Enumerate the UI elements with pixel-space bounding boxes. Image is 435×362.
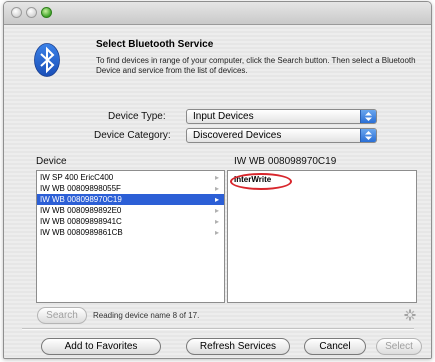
device-row[interactable]: IW WB 00809898941C ▸ xyxy=(37,216,224,227)
device-category-popup[interactable]: Discovered Devices xyxy=(186,128,377,143)
chevron-right-icon: ▸ xyxy=(214,228,219,237)
refresh-services-button[interactable]: Refresh Services xyxy=(186,338,290,355)
add-to-favorites-button[interactable]: Add to Favorites xyxy=(41,338,161,355)
service-list[interactable]: InterWrite xyxy=(227,170,417,303)
dialog-description: To find devices in range of your compute… xyxy=(96,56,416,75)
spinner-icon xyxy=(404,309,416,321)
device-column-label: Device xyxy=(36,156,67,167)
chevron-right-icon: ▸ xyxy=(214,217,219,226)
service-column-label: IW WB 008098970C19 xyxy=(234,156,337,167)
device-category-value: Discovered Devices xyxy=(193,130,282,141)
select-button[interactable]: Select xyxy=(376,338,422,355)
device-type-value: Input Devices xyxy=(193,111,254,122)
dialog-content: Select Bluetooth Service To find devices… xyxy=(4,25,431,358)
title-bar xyxy=(4,2,431,25)
device-row[interactable]: IW WB 00809898055F ▸ xyxy=(37,183,224,194)
device-type-label: Device Type: xyxy=(108,111,166,122)
minimize-icon[interactable] xyxy=(26,7,37,18)
zoom-icon[interactable] xyxy=(41,7,52,18)
device-list[interactable]: IW SP 400 EricC400 ▸ IW WB 00809898055F ▸ … xyxy=(36,170,225,303)
search-status: Reading device name 8 of 17. xyxy=(93,311,200,320)
bluetooth-service-window: Select Bluetooth Service To find devices… xyxy=(3,1,432,359)
device-type-popup[interactable]: Input Devices xyxy=(186,109,377,124)
device-row[interactable]: IW SP 400 EricC400 ▸ xyxy=(37,172,224,183)
service-item[interactable]: InterWrite xyxy=(230,173,304,190)
up-down-arrows-icon xyxy=(360,110,376,123)
device-category-label: Device Category: xyxy=(94,130,171,141)
search-button[interactable]: Search xyxy=(37,307,87,324)
up-down-arrows-icon xyxy=(360,129,376,142)
close-icon[interactable] xyxy=(11,7,22,18)
footer-separator xyxy=(22,328,414,330)
chevron-right-icon: ▸ xyxy=(214,184,219,193)
bluetooth-icon xyxy=(34,43,60,77)
device-row[interactable]: IW WB 0080989892E0 ▸ xyxy=(37,205,224,216)
dialog-title: Select Bluetooth Service xyxy=(96,39,214,50)
chevron-right-icon: ▸ xyxy=(214,195,219,204)
chevron-right-icon: ▸ xyxy=(214,206,219,215)
chevron-right-icon: ▸ xyxy=(214,173,219,182)
device-row-selected[interactable]: IW WB 008098970C19 ▸ xyxy=(37,194,224,205)
device-row[interactable]: IW WB 0080989861CB ▸ xyxy=(37,227,224,238)
cancel-button[interactable]: Cancel xyxy=(304,338,366,355)
highlight-annotation xyxy=(230,173,292,190)
